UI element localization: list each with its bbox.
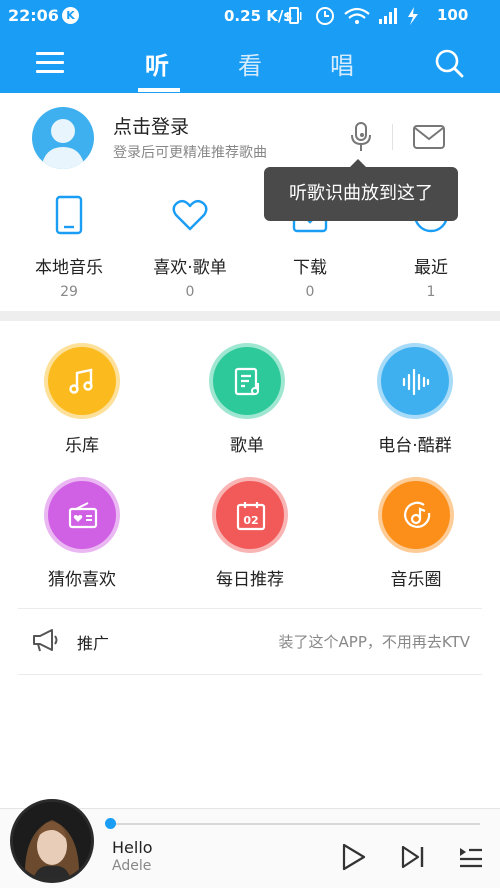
song-title[interactable]: Hello xyxy=(112,838,153,857)
grid-library[interactable]: 乐库 xyxy=(22,343,142,456)
header-divider xyxy=(392,124,393,150)
quick-count: 1 xyxy=(426,284,436,300)
music-disc-icon xyxy=(404,501,431,528)
section-separator xyxy=(0,311,500,321)
default-user-icon xyxy=(41,119,85,169)
menu-icon[interactable] xyxy=(36,52,64,74)
promo-label: 推广 xyxy=(77,634,110,653)
app-badge-icon: K xyxy=(62,7,79,24)
radio-heart-icon xyxy=(68,502,98,529)
calendar-day: 02 xyxy=(243,514,258,527)
divider xyxy=(18,608,482,609)
mail-icon[interactable] xyxy=(413,125,445,149)
login-title[interactable]: 点击登录 xyxy=(113,112,189,139)
artist-portrait xyxy=(13,802,91,880)
grid-label: 音乐圈 xyxy=(390,570,442,590)
megaphone-icon xyxy=(33,629,58,652)
soundwave-icon xyxy=(402,368,430,396)
tab-listen[interactable]: 听 xyxy=(145,46,169,81)
heart-icon xyxy=(172,199,208,231)
grid-label: 乐库 xyxy=(65,436,99,456)
quick-local-music[interactable]: 本地音乐 29 xyxy=(9,195,129,300)
quick-favorites[interactable]: 喜欢·歌单 0 xyxy=(130,195,250,300)
status-time: 22:06 xyxy=(8,6,59,25)
login-subtitle: 登录后可更精准推荐歌曲 xyxy=(113,145,267,161)
tab-active-indicator xyxy=(138,88,180,92)
album-cover[interactable] xyxy=(10,799,94,883)
quick-label: 最近 xyxy=(414,258,448,278)
daily-picks-button[interactable]: 02 xyxy=(212,477,288,553)
quick-count: 29 xyxy=(60,284,78,300)
radio-button[interactable] xyxy=(377,343,453,419)
playback-progress-bar[interactable] xyxy=(105,818,480,829)
status-icons xyxy=(287,7,418,25)
progress-handle[interactable] xyxy=(105,818,116,829)
app-header: 22:06 K 0.25 K/s 100 听 看 唱 xyxy=(0,0,500,93)
divider xyxy=(18,674,482,675)
music-circle-button[interactable] xyxy=(378,477,454,553)
grid-music-circle[interactable]: 音乐圈 xyxy=(356,477,476,590)
promo-link[interactable]: 装了这个APP，不用再去KTV xyxy=(279,631,470,652)
library-button[interactable] xyxy=(44,343,120,419)
grid-label: 电台·酷群 xyxy=(378,436,452,456)
grid-guess-you-like[interactable]: 猜你喜欢 xyxy=(22,477,142,590)
network-speed: 0.25 K/s xyxy=(224,7,293,25)
microphone-icon[interactable] xyxy=(348,122,374,152)
quick-label: 下载 xyxy=(293,258,327,278)
grid-label: 每日推荐 xyxy=(216,570,284,590)
battery-level: 100 xyxy=(437,6,469,24)
playlists-button[interactable] xyxy=(209,343,285,419)
tab-watch[interactable]: 看 xyxy=(238,46,262,81)
phone-icon xyxy=(55,195,83,235)
calendar-icon: 02 xyxy=(236,502,266,531)
recognize-song-tooltip: 听歌识曲放到这了 xyxy=(264,159,458,221)
playlist-icon xyxy=(234,367,259,396)
song-artist: Adele xyxy=(112,858,152,874)
grid-daily-picks[interactable]: 02 每日推荐 xyxy=(190,477,310,590)
grid-radio[interactable]: 电台·酷群 xyxy=(355,343,475,456)
tab-sing[interactable]: 唱 xyxy=(330,46,354,81)
grid-label: 歌单 xyxy=(230,436,264,456)
user-avatar[interactable] xyxy=(32,107,94,169)
quick-count: 0 xyxy=(185,284,195,300)
search-icon[interactable] xyxy=(434,48,464,78)
quick-label: 本地音乐 xyxy=(35,258,103,278)
guess-you-like-button[interactable] xyxy=(44,477,120,553)
status-bar: 22:06 K 0.25 K/s 100 xyxy=(0,0,500,32)
music-note-icon xyxy=(69,368,93,394)
playlist-queue-icon[interactable] xyxy=(458,846,484,868)
next-track-icon[interactable] xyxy=(400,845,426,869)
grid-label: 猜你喜欢 xyxy=(48,570,116,590)
play-icon[interactable] xyxy=(341,843,367,871)
grid-playlists[interactable]: 歌单 xyxy=(187,343,307,456)
quick-count: 0 xyxy=(305,284,315,300)
quick-label: 喜欢·歌单 xyxy=(153,258,227,278)
